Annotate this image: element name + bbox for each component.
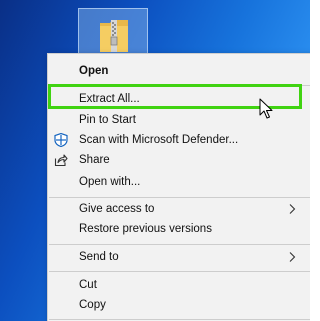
menu-item-scan-defender[interactable]: Scan with Microsoft Defender... bbox=[48, 129, 310, 151]
zip-folder-icon bbox=[100, 20, 128, 52]
menu-item-copy[interactable]: Copy bbox=[48, 294, 310, 316]
mouse-cursor-icon bbox=[259, 98, 273, 119]
chevron-right-icon bbox=[289, 252, 296, 262]
menu-item-give-access-to[interactable]: Give access to bbox=[48, 198, 310, 220]
menu-item-cut[interactable]: Cut bbox=[48, 274, 310, 296]
desktop: Open Extract All... Pin to Start Scan wi… bbox=[0, 0, 310, 321]
menu-item-restore-previous-versions[interactable]: Restore previous versions bbox=[48, 218, 310, 240]
menu-item-label: Cut bbox=[79, 279, 97, 291]
menu-item-label: Pin to Start bbox=[79, 114, 136, 126]
menu-separator bbox=[49, 244, 310, 245]
menu-separator bbox=[49, 319, 310, 320]
menu-item-label: Scan with Microsoft Defender... bbox=[79, 134, 239, 146]
menu-item-label: Open bbox=[79, 65, 109, 77]
menu-item-label: Give access to bbox=[79, 203, 155, 215]
menu-separator bbox=[49, 271, 310, 272]
menu-item-open-with[interactable]: Open with... bbox=[48, 171, 310, 193]
menu-item-label: Restore previous versions bbox=[79, 223, 212, 235]
menu-item-label: Open with... bbox=[79, 176, 141, 188]
menu-item-label: Send to bbox=[79, 251, 119, 263]
menu-item-label: Extract All... bbox=[79, 93, 140, 105]
menu-item-share[interactable]: Share bbox=[48, 149, 310, 171]
defender-shield-icon bbox=[54, 133, 68, 147]
menu-item-send-to[interactable]: Send to bbox=[48, 246, 310, 268]
share-icon bbox=[54, 154, 68, 167]
menu-item-label: Copy bbox=[79, 299, 106, 311]
menu-item-open[interactable]: Open bbox=[48, 60, 310, 82]
menu-item-label: Share bbox=[79, 154, 110, 166]
chevron-right-icon bbox=[289, 204, 296, 214]
menu-separator bbox=[49, 85, 310, 86]
context-menu: Open Extract All... Pin to Start Scan wi… bbox=[47, 53, 310, 321]
